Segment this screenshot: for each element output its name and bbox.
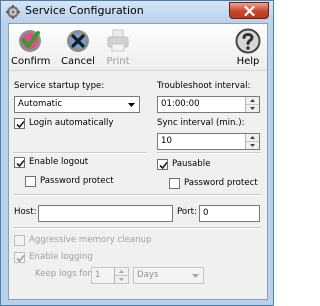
pause-password-protect-label: Password protect: [184, 178, 258, 188]
printer-icon: [107, 29, 129, 52]
keep-logs-value: 1: [95, 270, 101, 280]
spin-down-icon[interactable]: [246, 142, 259, 149]
spin-up-icon[interactable]: [246, 97, 259, 105]
pausable-label: Pausable: [172, 159, 211, 169]
host-label: Host:: [14, 207, 37, 217]
startup-type-select[interactable]: Automatic: [14, 96, 140, 113]
enable-logging-label: Enable logging: [29, 252, 93, 262]
dialog-client-area: Confirm Cancel Print Help Service startu…: [8, 23, 268, 300]
spin-down-icon[interactable]: [115, 276, 128, 283]
toolbar: Confirm Cancel Print Help: [9, 24, 267, 71]
confirm-button[interactable]: Confirm: [11, 26, 51, 68]
troubleshoot-interval-field[interactable]: 01:00:00: [157, 96, 260, 113]
troubleshoot-interval-label: Troubleshoot interval:: [157, 81, 251, 91]
help-icon: [235, 28, 261, 54]
logout-password-protect-label: Password protect: [40, 176, 114, 186]
checkmark-icon: [159, 161, 168, 170]
port-input[interactable]: 0: [199, 205, 260, 222]
help-button[interactable]: Help: [231, 26, 265, 68]
separator: [13, 227, 261, 229]
sync-interval-value: 10: [161, 136, 172, 146]
cancel-label: Cancel: [61, 56, 95, 67]
dialog-window: Service Configuration Confirm Cancel Pri…: [0, 0, 274, 306]
app-gear-icon: [6, 5, 20, 19]
aggressive-memory-checkbox[interactable]: [14, 235, 25, 246]
cancel-button[interactable]: Cancel: [59, 26, 97, 68]
login-automatically-label: Login automatically: [29, 118, 114, 128]
enable-logging-checkbox[interactable]: [14, 252, 25, 263]
host-input[interactable]: [38, 205, 173, 222]
help-label: Help: [236, 56, 260, 67]
sync-interval-field[interactable]: 10: [157, 133, 260, 150]
cancel-icon: [67, 30, 89, 52]
close-button[interactable]: [229, 2, 269, 19]
startup-type-value: Automatic: [18, 99, 63, 109]
spin-down-icon[interactable]: [246, 105, 259, 112]
logout-password-protect-checkbox[interactable]: [25, 176, 36, 187]
keep-logs-unit-value: Days: [137, 270, 159, 280]
checkmark-icon: [16, 254, 25, 263]
print-button[interactable]: Print: [101, 26, 135, 68]
keep-logs-unit-select[interactable]: Days: [133, 267, 204, 284]
keep-logs-spinner[interactable]: [114, 268, 128, 283]
dropdown-arrow-icon: [128, 103, 135, 107]
pause-password-protect-checkbox[interactable]: [169, 178, 180, 189]
troubleshoot-interval-value: 01:00:00: [161, 99, 200, 109]
port-label: Port:: [177, 207, 197, 217]
sync-spinner[interactable]: [245, 134, 259, 149]
sync-interval-label: Sync interval (min.):: [157, 118, 245, 128]
spin-up-icon[interactable]: [246, 134, 259, 142]
checkmark-icon: [16, 120, 25, 129]
login-automatically-checkbox[interactable]: [14, 118, 25, 129]
dropdown-arrow-icon: [192, 274, 199, 278]
separator: [13, 152, 147, 154]
pausable-checkbox[interactable]: [157, 159, 168, 170]
startup-type-label: Service startup type:: [14, 81, 105, 91]
keep-logs-label: Keep logs for:: [35, 269, 94, 279]
enable-logout-checkbox[interactable]: [14, 157, 25, 168]
port-value: 0: [203, 208, 209, 218]
confirm-icon: [19, 30, 41, 52]
troubleshoot-spinner[interactable]: [245, 97, 259, 112]
window-title: Service Configuration: [25, 4, 144, 17]
enable-logout-label: Enable logout: [29, 157, 89, 167]
close-icon: [244, 6, 255, 16]
separator: [13, 194, 261, 196]
checkmark-icon: [16, 159, 25, 168]
separator: [157, 152, 261, 154]
aggressive-memory-label: Aggressive memory cleanup: [29, 235, 152, 245]
confirm-label: Confirm: [11, 56, 51, 67]
print-label: Print: [106, 56, 130, 67]
spin-up-icon[interactable]: [115, 268, 128, 276]
keep-logs-field[interactable]: 1: [91, 267, 129, 284]
title-bar[interactable]: Service Configuration: [1, 1, 273, 22]
